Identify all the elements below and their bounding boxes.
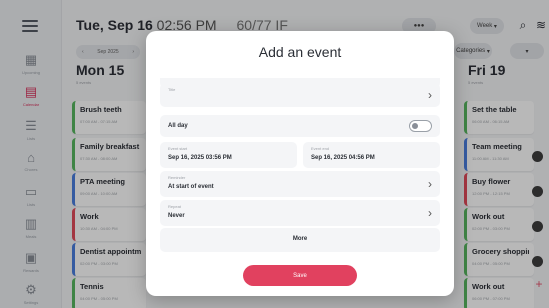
all-day-row[interactable]: All day [160, 115, 440, 137]
toggle-knob [412, 123, 418, 129]
save-label: Save [293, 272, 307, 279]
dialog-title: Add an event [258, 44, 342, 60]
chevron-right-icon: › [428, 177, 432, 191]
reminder-label: Reminder [168, 175, 186, 180]
chevron-right-icon: › [428, 206, 432, 220]
reminder-field[interactable]: Reminder At start of event › [160, 171, 440, 197]
repeat-label: Repeat [168, 204, 181, 209]
end-value: Sep 16, 2025 04:56 PM [311, 155, 375, 161]
event-end-field[interactable]: Event end Sep 16, 2025 04:56 PM [303, 142, 440, 168]
start-label: Event start [168, 146, 188, 151]
title-field[interactable]: Title › [160, 83, 440, 107]
repeat-field[interactable]: Repeat Never › [160, 200, 440, 226]
chevron-right-icon: › [428, 88, 432, 102]
event-start-field[interactable]: Event start Sep 16, 2025 03:56 PM [160, 142, 297, 168]
reminder-value: At start of event [168, 184, 214, 190]
repeat-value: Never [168, 213, 185, 219]
more-button[interactable]: More [160, 228, 440, 252]
start-value: Sep 16, 2025 03:56 PM [168, 155, 232, 161]
add-event-dialog: Add an event Title › All day Event start… [146, 31, 454, 296]
all-day-label: All day [168, 123, 188, 129]
all-day-toggle[interactable] [409, 120, 432, 132]
end-label: Event end [311, 146, 330, 151]
more-label: More [292, 236, 308, 242]
title-field-label: Title [168, 87, 176, 92]
save-button[interactable]: Save [243, 265, 357, 286]
